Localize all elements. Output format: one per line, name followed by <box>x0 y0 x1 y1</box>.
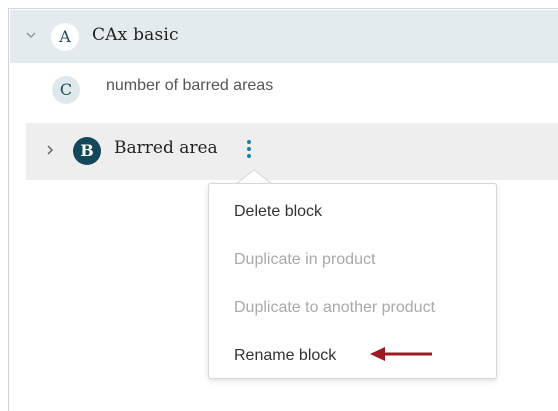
more-vertical-icon[interactable] <box>241 137 257 161</box>
block-badge-a: A <box>51 23 79 51</box>
block-badge-b: B <box>73 137 101 165</box>
block-title-number-of-barred-areas: number of barred areas <box>106 77 274 94</box>
arrow-left-icon <box>370 347 432 361</box>
menu-item-duplicate-to-another-product: Duplicate to another product <box>234 299 436 316</box>
chevron-down-icon[interactable] <box>24 28 38 42</box>
tree-row-barred-area[interactable]: B Barred area <box>26 123 558 180</box>
menu-item-duplicate-in-product: Duplicate in product <box>234 251 376 268</box>
block-badge-c: C <box>52 76 80 104</box>
block-title-barred-area: Barred area <box>114 138 218 158</box>
block-title-cax-basic: CAx basic <box>92 25 179 45</box>
block-context-menu: Delete block Duplicate in product Duplic… <box>208 183 497 379</box>
chevron-right-icon[interactable] <box>44 144 56 156</box>
tree-row-cax-basic[interactable]: A CAx basic <box>10 10 558 63</box>
menu-item-delete-block[interactable]: Delete block <box>234 203 322 221</box>
tree-row-number-of-barred-areas[interactable]: C number of barred areas <box>26 63 558 123</box>
menu-item-rename-block[interactable]: Rename block <box>234 347 336 365</box>
